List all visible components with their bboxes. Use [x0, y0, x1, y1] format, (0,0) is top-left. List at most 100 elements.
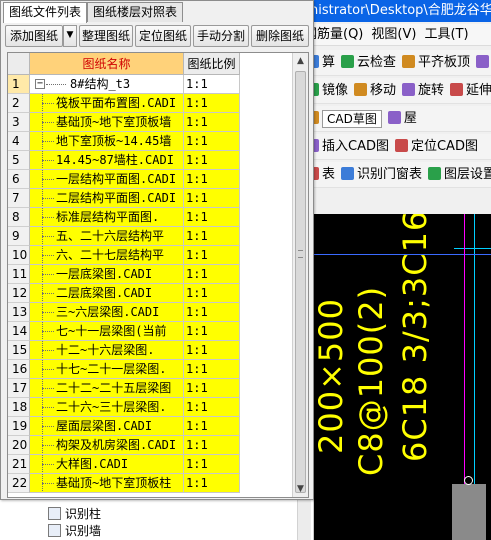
table-row[interactable]: 11 一层底梁图.CADI 1:1	[8, 265, 294, 284]
scroll-down-icon[interactable]: ▼	[293, 481, 308, 497]
table-row[interactable]: 1− 8#结构_t3 1:1	[8, 75, 294, 94]
drawing-name-cell[interactable]: 五、二十六层结构平	[30, 227, 184, 246]
tab-drawing-floor-map[interactable]: 图纸楼层对照表	[87, 2, 184, 22]
drawing-name-cell[interactable]: 三~六层梁图.CADI	[30, 303, 184, 322]
tree-connector	[42, 426, 54, 427]
drawing-name-cell[interactable]: 十二~十六层梁图.	[30, 341, 184, 360]
drawing-name-cell[interactable]: 地下室顶板~14.45墙	[30, 132, 184, 151]
cad-drawing-canvas[interactable]: 200×500 C8@100(2) 6C18 3/3;3C16	[314, 214, 491, 540]
drawing-scale-cell[interactable]: 1:1	[184, 265, 240, 284]
drawing-scale-cell[interactable]: 1:1	[184, 436, 240, 455]
delete-drawing-button[interactable]: 删除图纸	[251, 25, 309, 47]
drawing-scale-cell[interactable]: 1:1	[184, 417, 240, 436]
drawing-scale-cell[interactable]: 1:1	[184, 132, 240, 151]
drawing-name-cell[interactable]: − 8#结构_t3	[30, 75, 184, 94]
tree-item-identify-column[interactable]: 识别柱	[48, 506, 101, 522]
app-toolbar-button[interactable]: 识别门窗表	[341, 162, 422, 187]
table-row[interactable]: 18 二十六~三十层梁图. 1:1	[8, 398, 294, 417]
table-row[interactable]: 13 三~六层梁图.CADI 1:1	[8, 303, 294, 322]
drawing-name-cell[interactable]: 十七~二十一层梁图.	[30, 360, 184, 379]
table-row[interactable]: 7 二层结构平面图.CADI 1:1	[8, 189, 294, 208]
drawing-name-cell[interactable]: 筏板平面布置图.CADI	[30, 94, 184, 113]
drawing-name-cell[interactable]: 基础顶~地下室顶板墙	[30, 113, 184, 132]
locate-drawing-button[interactable]: 定位图纸	[135, 25, 191, 47]
drawing-name-cell[interactable]: 大样图.CADI	[30, 455, 184, 474]
app-toolbar-button[interactable]: 定位CAD图	[394, 134, 478, 159]
collapse-icon[interactable]: −	[35, 79, 45, 89]
table-row[interactable]: 5 14.45~87墙柱.CADI 1:1	[8, 151, 294, 170]
app-toolbar-button[interactable]: 图层设置	[428, 162, 491, 187]
scroll-thumb[interactable]	[295, 71, 306, 493]
app-toolbar-button[interactable]: 平齐板顶	[402, 50, 470, 75]
app-toolbar-button[interactable]: 旋转	[402, 78, 444, 103]
table-row[interactable]: 10 六、二十七层结构平 1:1	[8, 246, 294, 265]
table-row[interactable]: 14 七~十一层梁图(当前 1:1	[8, 322, 294, 341]
drawing-scale-cell[interactable]: 1:1	[184, 379, 240, 398]
drawing-scale-cell[interactable]: 1:1	[184, 284, 240, 303]
add-drawing-dropdown-icon[interactable]: ▼	[63, 25, 77, 47]
table-row[interactable]: 3 基础顶~地下室顶板墙 1:1	[8, 113, 294, 132]
drawing-scale-cell[interactable]: 1:1	[184, 75, 240, 94]
app-toolbar-button[interactable]: 查	[476, 50, 491, 75]
drawing-scale-cell[interactable]: 1:1	[184, 227, 240, 246]
table-row[interactable]: 6 一层结构平面图.CADI 1:1	[8, 170, 294, 189]
drawing-name-cell[interactable]: 七~十一层梁图(当前	[30, 322, 184, 341]
drawing-name-cell[interactable]: 一层结构平面图.CADI	[30, 170, 184, 189]
drawing-scale-cell[interactable]: 1:1	[184, 455, 240, 474]
table-row[interactable]: 15 十二~十六层梁图. 1:1	[8, 341, 294, 360]
drawing-scale-cell[interactable]: 1:1	[184, 189, 240, 208]
table-row[interactable]: 19 屋面层梁图.CADI 1:1	[8, 417, 294, 436]
table-scrollbar[interactable]: ▲ ▼	[292, 53, 308, 497]
drawing-scale-cell[interactable]: 1:1	[184, 360, 240, 379]
menu-item[interactable]: 视图(V)	[367, 24, 420, 45]
table-row[interactable]: 21 大样图.CADI 1:1	[8, 455, 294, 474]
add-drawing-button[interactable]: 添加图纸	[5, 25, 63, 47]
table-row[interactable]: 12 二层底梁图.CADI 1:1	[8, 284, 294, 303]
drawing-scale-cell[interactable]: 1:1	[184, 208, 240, 227]
tab-drawing-file-list[interactable]: 图纸文件列表	[3, 2, 88, 23]
drawing-name-cell[interactable]: 二十二~二十五层梁图	[30, 379, 184, 398]
table-row[interactable]: 17 二十二~二十五层梁图 1:1	[8, 379, 294, 398]
table-row[interactable]: 2 筏板平面布置图.CADI 1:1	[8, 94, 294, 113]
drawing-scale-cell[interactable]: 1:1	[184, 474, 240, 493]
drawing-scale-cell[interactable]: 1:1	[184, 398, 240, 417]
column-header-drawing-name[interactable]: 图纸名称	[30, 53, 184, 75]
tree-item-identify-wall[interactable]: 识别墙	[48, 523, 101, 539]
drawing-scale-cell[interactable]: 1:1	[184, 303, 240, 322]
drawing-name-cell[interactable]: 二十六~三十层梁图.	[30, 398, 184, 417]
drawing-name-cell[interactable]: 一层底梁图.CADI	[30, 265, 184, 284]
app-toolbar-button[interactable]: 云检查	[341, 50, 396, 75]
app-toolbar-button[interactable]: 插入CAD图	[306, 134, 389, 159]
drawing-name-cell[interactable]: 标准层结构平面图.	[30, 208, 184, 227]
table-row[interactable]: 20 构架及机房梁图.CADI 1:1	[8, 436, 294, 455]
drawing-scale-cell[interactable]: 1:1	[184, 113, 240, 132]
drawing-scale-cell[interactable]: 1:1	[184, 322, 240, 341]
drawing-name-cell[interactable]: 二层底梁图.CADI	[30, 284, 184, 303]
table-row[interactable]: 8 标准层结构平面图. 1:1	[8, 208, 294, 227]
organize-drawings-button[interactable]: 整理图纸	[79, 25, 133, 47]
drawing-name-cell[interactable]: 屋面层梁图.CADI	[30, 417, 184, 436]
drawing-scale-cell[interactable]: 1:1	[184, 246, 240, 265]
manual-split-button[interactable]: 手动分割	[193, 25, 249, 47]
table-row[interactable]: 9 五、二十六层结构平 1:1	[8, 227, 294, 246]
table-row[interactable]: 4 地下室顶板~14.45墙 1:1	[8, 132, 294, 151]
table-row[interactable]: 22 基础顶~地下室顶板柱 1:1	[8, 474, 294, 493]
tree-scrollbar[interactable]	[297, 500, 311, 540]
table-row[interactable]: 16 十七~二十一层梁图. 1:1	[8, 360, 294, 379]
drawing-scale-cell[interactable]: 1:1	[184, 94, 240, 113]
app-toolbar-button[interactable]: 移动	[354, 78, 396, 103]
scroll-up-icon[interactable]: ▲	[293, 53, 308, 69]
drawing-scale-cell[interactable]: 1:1	[184, 341, 240, 360]
drawing-scale-cell[interactable]: 1:1	[184, 170, 240, 189]
drawing-name-cell[interactable]: 构架及机房梁图.CADI	[30, 436, 184, 455]
drawing-scale-cell[interactable]: 1:1	[184, 151, 240, 170]
column-header-drawing-scale[interactable]: 图纸比例	[184, 53, 240, 75]
app-toolbar-button[interactable]: 延伸	[450, 78, 491, 103]
app-toolbar-button[interactable]: 屋	[387, 106, 417, 131]
drawing-name-cell[interactable]: 六、二十七层结构平	[30, 246, 184, 265]
drawing-name-cell[interactable]: 基础顶~地下室顶板柱	[30, 474, 184, 493]
menu-item[interactable]: 工具(T)	[420, 24, 472, 45]
app-toolbar-button[interactable]: CAD草图	[306, 106, 382, 131]
drawing-name-cell[interactable]: 14.45~87墙柱.CADI	[30, 151, 184, 170]
drawing-name-cell[interactable]: 二层结构平面图.CADI	[30, 189, 184, 208]
